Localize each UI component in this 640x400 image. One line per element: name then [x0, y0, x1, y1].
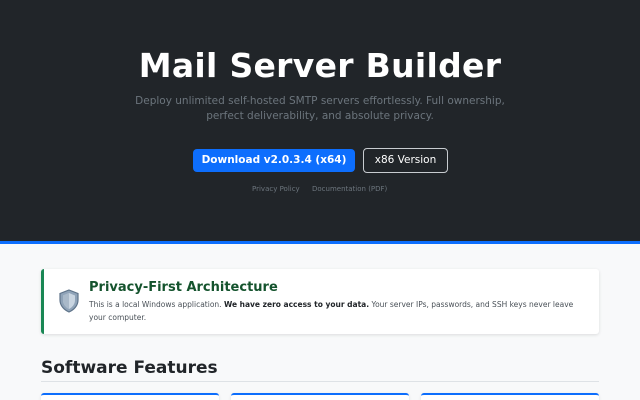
privacy-text-before: This is a local Windows application.	[89, 300, 224, 309]
download-x64-button[interactable]: Download v2.0.3.4 (x64)	[193, 149, 355, 172]
download-x86-button[interactable]: x86 Version	[363, 148, 448, 173]
shield-icon	[58, 289, 80, 313]
hero-section: Mail Server Builder Deploy unlimited sel…	[0, 0, 640, 244]
hero-subtitle: Deploy unlimited self-hosted SMTP server…	[135, 95, 505, 122]
feature-card	[421, 393, 599, 400]
privacy-policy-link[interactable]: Privacy Policy	[252, 185, 300, 193]
features-section-title: Software Features	[41, 358, 218, 378]
documentation-link[interactable]: Documentation (PDF)	[312, 185, 387, 193]
section-divider	[41, 381, 599, 382]
page-title: Mail Server Builder	[138, 46, 502, 85]
feature-card	[41, 393, 219, 400]
feature-card	[231, 393, 409, 400]
privacy-alert: Privacy-First Architecture This is a loc…	[41, 269, 599, 334]
privacy-text-bold: We have zero access to your data.	[223, 300, 370, 309]
privacy-alert-text: This is a local Windows application. We …	[89, 298, 589, 324]
privacy-alert-title: Privacy-First Architecture	[89, 280, 278, 295]
